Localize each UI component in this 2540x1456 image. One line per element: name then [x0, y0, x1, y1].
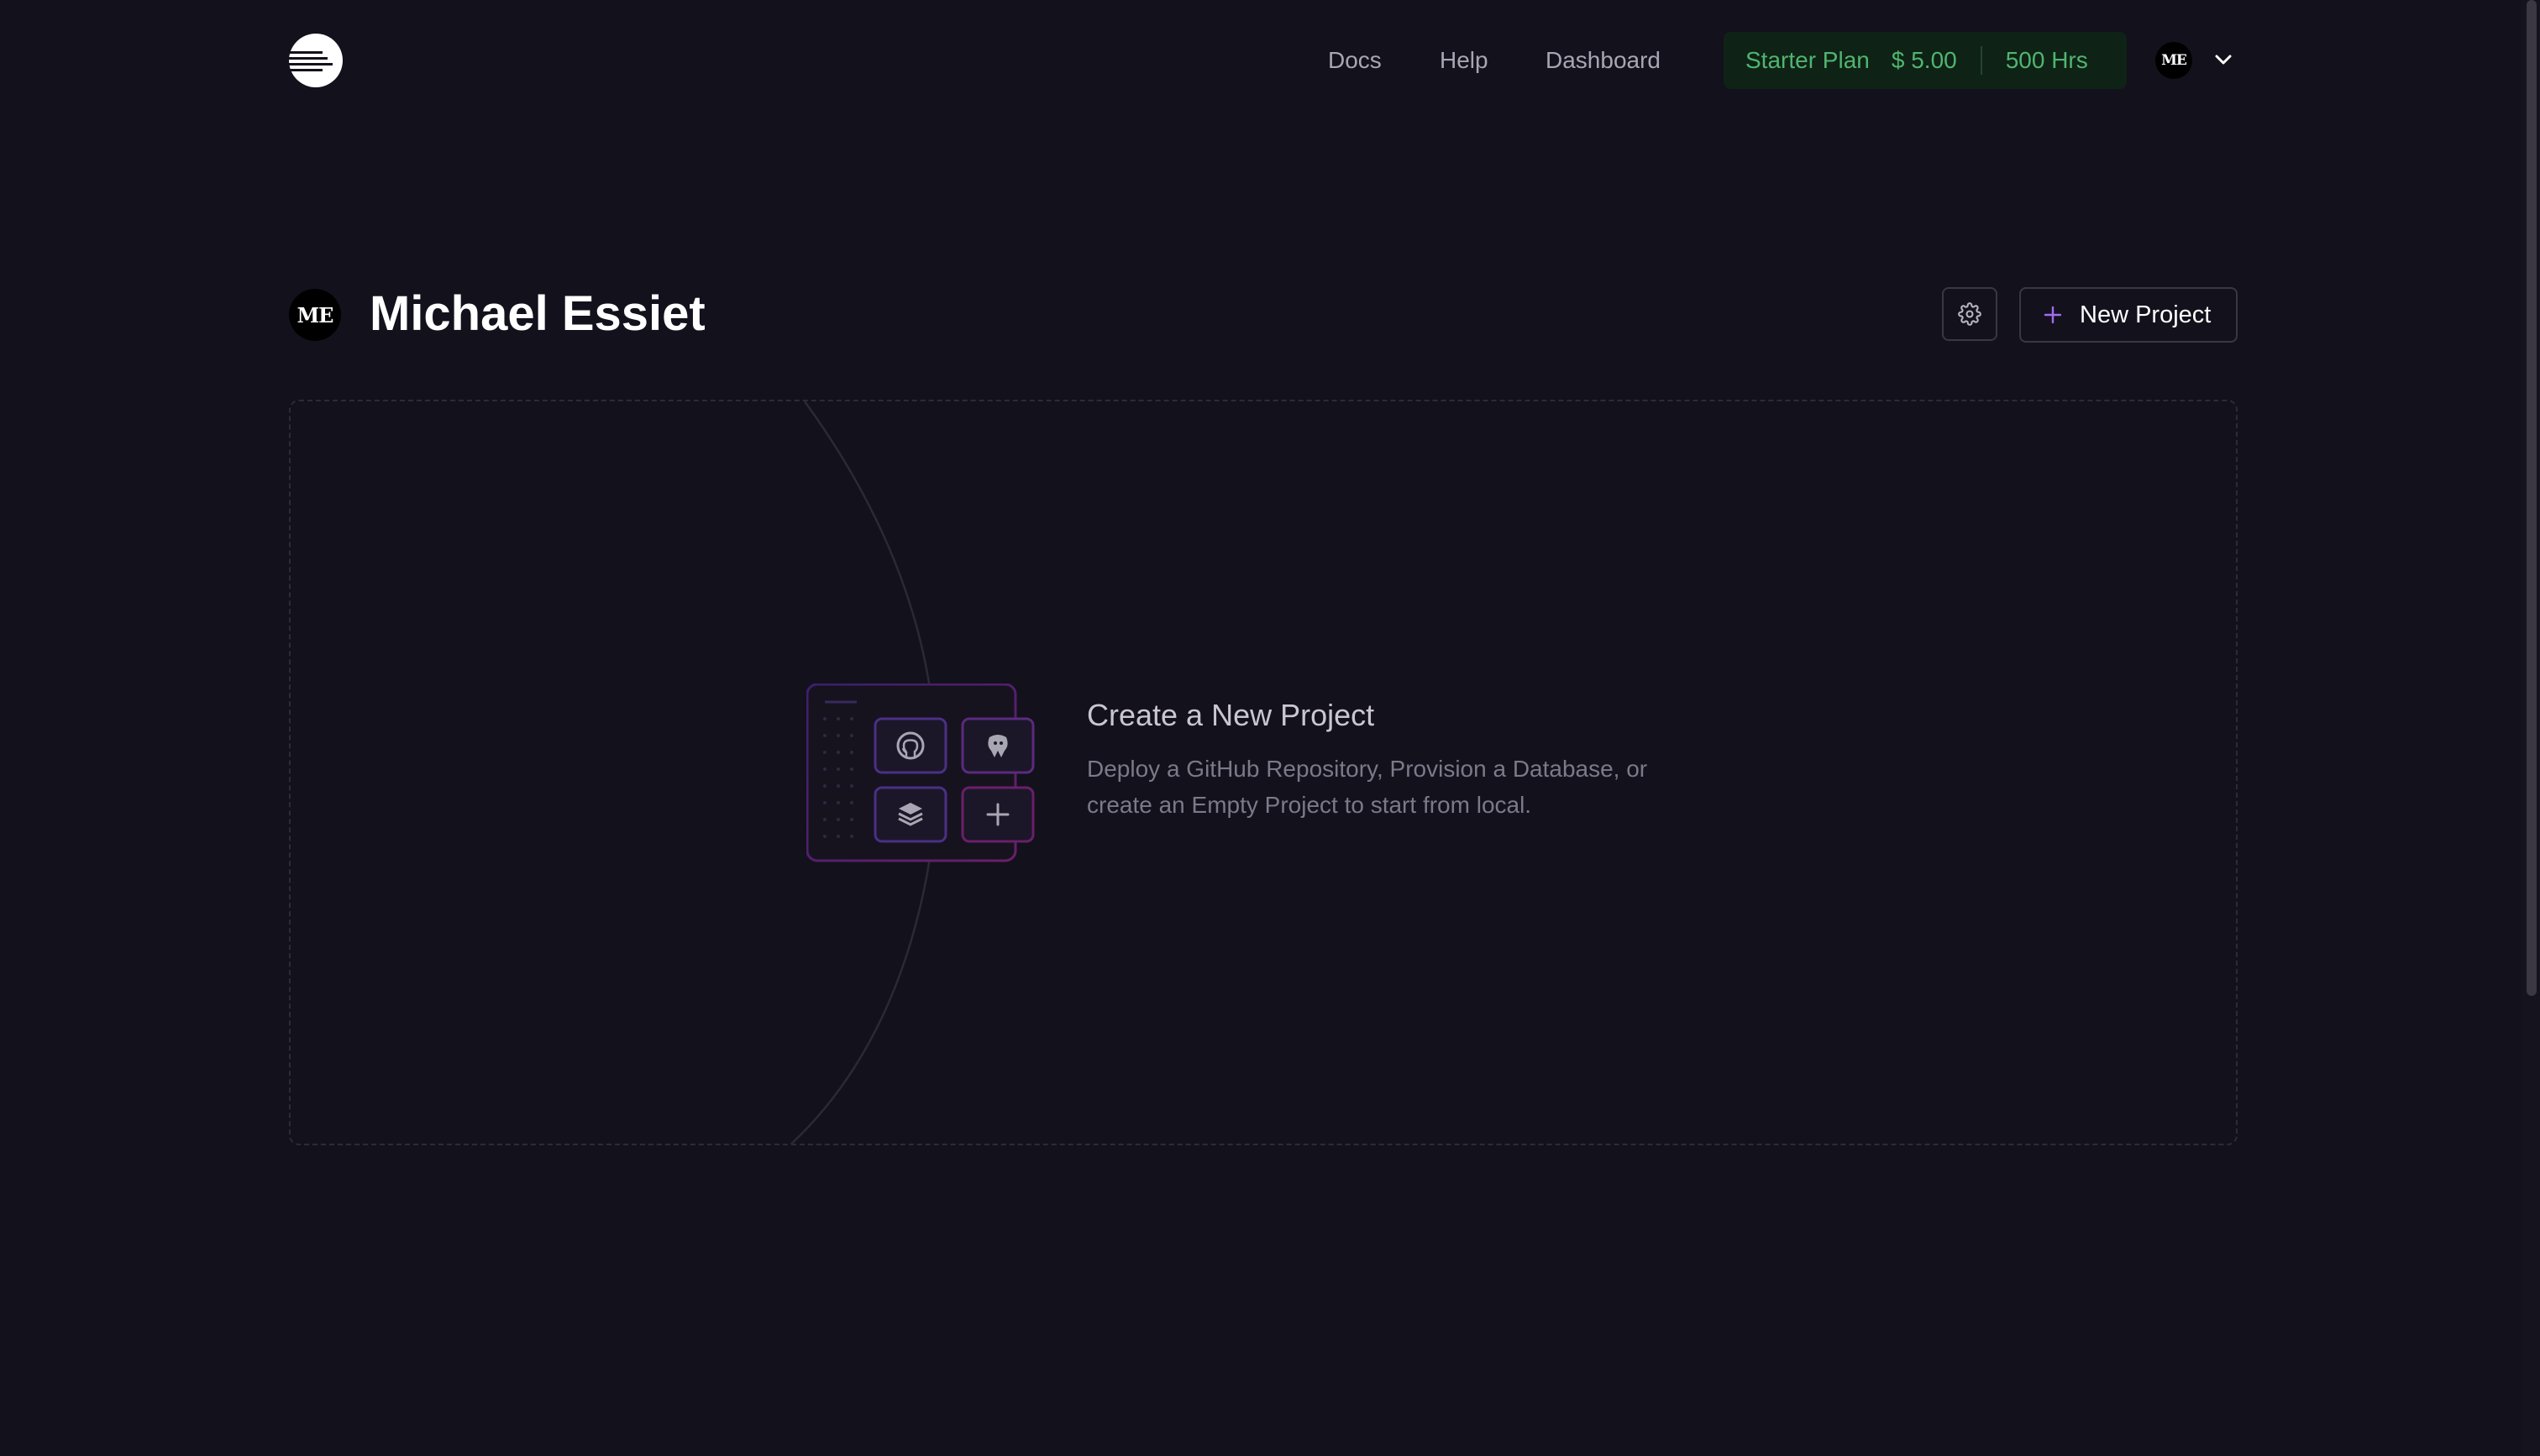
- plan-usage-badge[interactable]: Starter Plan $ 5.00 500 Hrs: [1724, 32, 2127, 89]
- gear-icon: [1958, 302, 1981, 326]
- new-project-button[interactable]: New Project: [2019, 287, 2238, 343]
- create-project-description: Deploy a GitHub Repository, Provision a …: [1087, 751, 1725, 823]
- nav-docs-link[interactable]: Docs: [1328, 44, 1382, 77]
- nav-help-link[interactable]: Help: [1440, 44, 1488, 77]
- page-title: Michael Essiet: [370, 286, 706, 341]
- scrollbar-thumb[interactable]: [2527, 0, 2537, 996]
- create-project-panel[interactable]: Create a New Project Deploy a GitHub Rep…: [289, 400, 2238, 1145]
- profile-avatar: ME: [289, 289, 341, 341]
- description-line-1: Deploy a GitHub Repository, Provision a …: [1087, 756, 1648, 782]
- plan-hours: 500 Hrs: [2005, 47, 2088, 73]
- chevron-down-icon[interactable]: [2214, 50, 2233, 69]
- new-project-label: New Project: [2080, 301, 2212, 328]
- nav-dashboard-link[interactable]: Dashboard: [1546, 44, 1661, 77]
- description-line-2: create an Empty Project to start from lo…: [1087, 792, 1532, 818]
- plus-icon: [2044, 306, 2062, 324]
- railway-logo-icon[interactable]: [289, 34, 343, 87]
- plan-divider: [1980, 46, 1982, 75]
- plan-name: Starter Plan: [1745, 47, 1870, 73]
- plan-price: $ 5.00: [1891, 47, 1957, 73]
- create-project-title[interactable]: Create a New Project: [1087, 695, 1374, 736]
- settings-button[interactable]: [1942, 287, 1997, 341]
- project-templates-illustration: [806, 683, 1050, 868]
- user-avatar[interactable]: ME: [2155, 42, 2192, 79]
